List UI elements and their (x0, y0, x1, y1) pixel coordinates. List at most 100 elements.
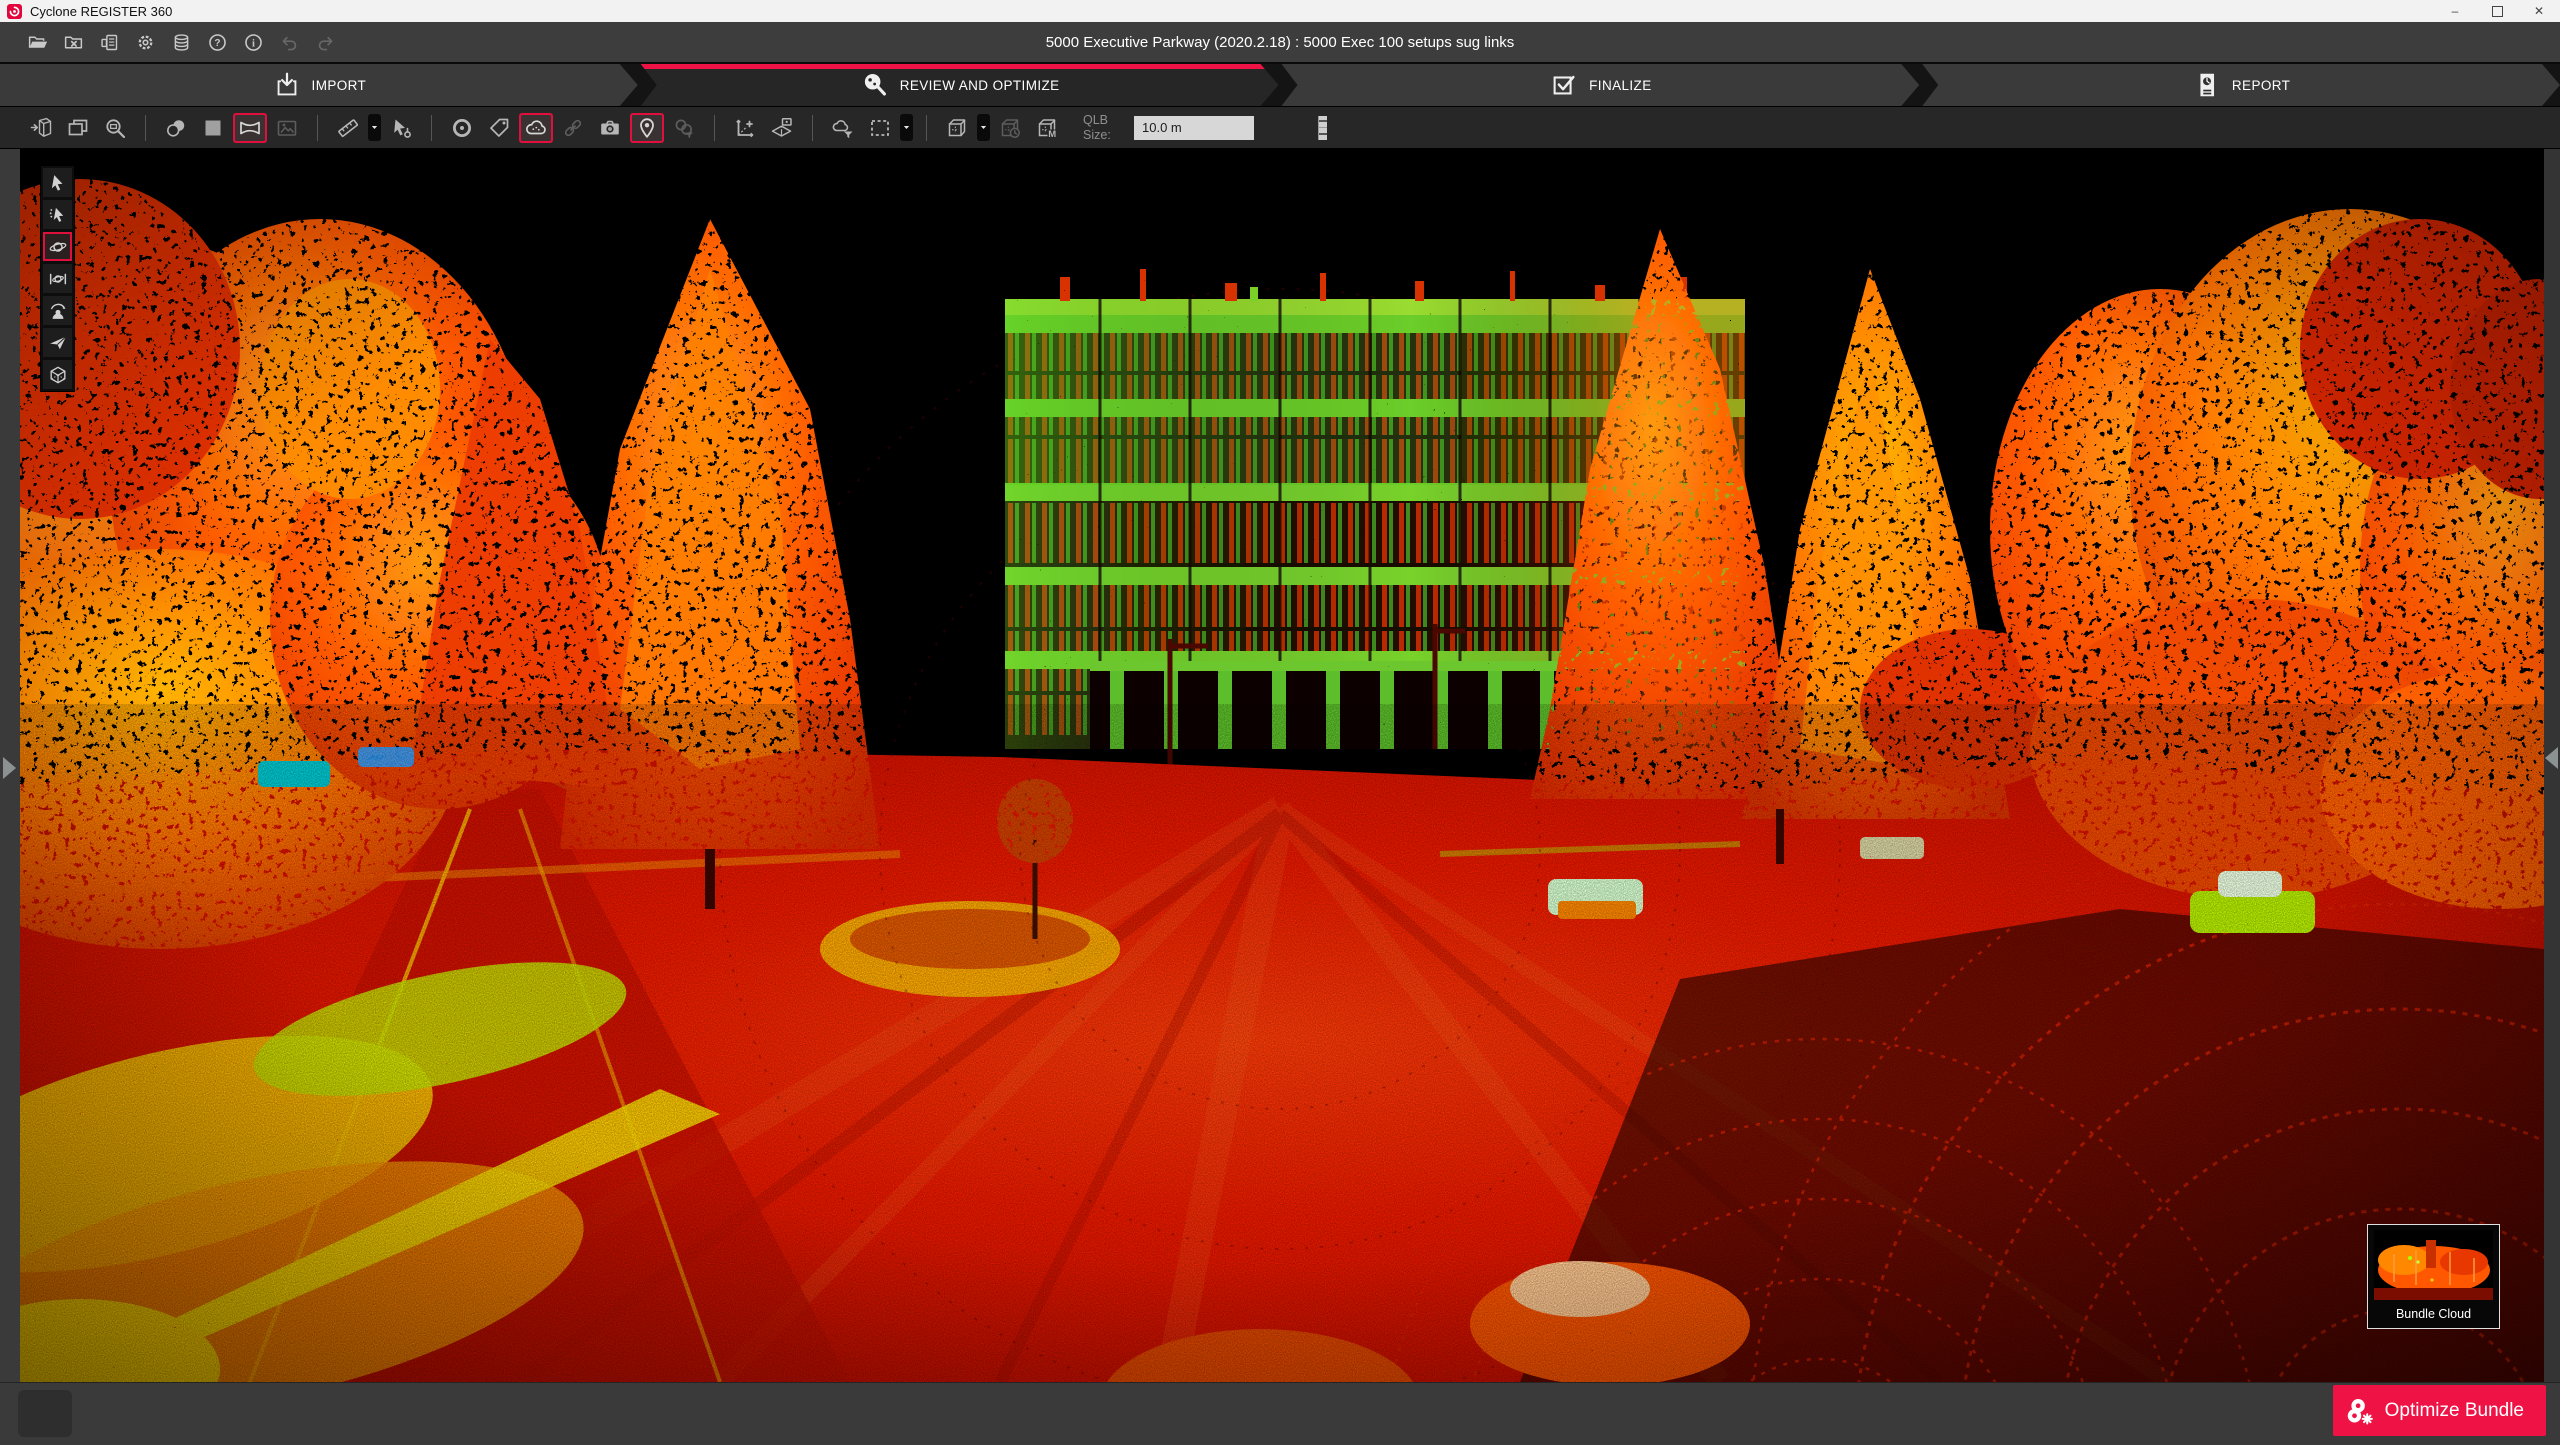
select-tool-button[interactable] (43, 168, 72, 197)
limit-box-clock-icon (998, 116, 1022, 140)
point-cloud-scene[interactable] (20, 149, 2544, 1382)
tab-finalize[interactable]: FINALIZE (1282, 64, 1920, 106)
close-button[interactable]: ✕ (2518, 0, 2560, 22)
image-view-button[interactable] (270, 113, 304, 143)
pick-point-button[interactable] (384, 113, 418, 143)
spinner-down-button[interactable] (1319, 128, 1327, 140)
help-button[interactable] (204, 29, 230, 55)
cascade-views-button[interactable] (61, 113, 95, 143)
color-mode-button[interactable] (159, 113, 193, 143)
app-logo-icon (7, 4, 22, 19)
panorama-icon (238, 116, 262, 140)
minimize-icon: – (2452, 4, 2459, 18)
limit-box-time-button[interactable] (993, 113, 1027, 143)
person-rotate-icon (48, 301, 68, 321)
bundle-cloud-thumbnail (2374, 1230, 2493, 1300)
settings-button[interactable] (132, 29, 158, 55)
view-cube-button[interactable] (43, 360, 72, 389)
marquee-dropdown[interactable] (900, 114, 913, 141)
chevron-down-icon (370, 123, 379, 132)
about-button[interactable] (240, 29, 266, 55)
limit-box-button[interactable] (940, 113, 974, 143)
scanner-device-icon (99, 32, 120, 53)
zoom-fit-icon (103, 116, 127, 140)
limit-box-m-icon (1035, 116, 1059, 140)
storage-button[interactable] (168, 29, 194, 55)
tags-button[interactable] (482, 113, 516, 143)
limit-box-icon (945, 116, 969, 140)
zoom-fit-button[interactable] (98, 113, 132, 143)
maximize-icon (2492, 6, 2503, 17)
setups-button[interactable] (630, 113, 664, 143)
limit-box-dropdown[interactable] (977, 114, 990, 141)
finalize-check-icon (1549, 70, 1579, 100)
tag-icon (487, 116, 511, 140)
redo-button[interactable] (312, 29, 338, 55)
orbit-icon (48, 237, 68, 257)
cube-icon (48, 365, 68, 385)
import-device-button[interactable] (96, 29, 122, 55)
toolbar-separator (714, 115, 715, 141)
tab-report[interactable]: REPORT (1922, 64, 2560, 106)
point-cloud-button[interactable] (519, 113, 553, 143)
qlb-size-spinner (1318, 116, 1327, 140)
maximize-button[interactable] (2476, 0, 2518, 22)
sitemap-button[interactable] (765, 113, 799, 143)
footer-collapsed-panel[interactable] (18, 1390, 72, 1437)
left-panel-expander[interactable] (3, 757, 16, 779)
axis-plus-icon (733, 116, 757, 140)
solid-view-button[interactable] (196, 113, 230, 143)
sitemap-icon (770, 116, 794, 140)
measure-button[interactable] (331, 113, 365, 143)
images-button[interactable] (593, 113, 627, 143)
bundle-cloud-label: Bundle Cloud (2396, 1307, 2471, 1321)
orbit-tool-button[interactable] (43, 232, 72, 261)
qlb-size-label: QLB Size: (1083, 113, 1123, 142)
cloud-filter-button[interactable] (826, 113, 860, 143)
optimize-bundle-icon (2345, 1396, 2375, 1426)
pan-orbit-tool-button[interactable] (43, 264, 72, 293)
undo-icon (279, 32, 300, 53)
toolbar-separator (431, 115, 432, 141)
minimize-button[interactable]: – (2434, 0, 2476, 22)
truslicer-button[interactable] (24, 113, 58, 143)
cascade-windows-icon (66, 116, 90, 140)
undo-button[interactable] (276, 29, 302, 55)
point-cloud-viewport[interactable]: Bundle Cloud (0, 149, 2560, 1382)
spinner-up-button[interactable] (1319, 116, 1327, 129)
project-title: 5000 Executive Parkway (2020.2.18) : 500… (0, 34, 2560, 51)
cyclone-register360-window: Cyclone REGISTER 360 – ✕ 5000 Executive … (0, 0, 2560, 1440)
qlb-size-input[interactable] (1134, 116, 1318, 140)
targets-button[interactable] (445, 113, 479, 143)
folder-open-icon (27, 32, 48, 53)
limit-box-manager-button[interactable] (1030, 113, 1064, 143)
bundle-cloud-card[interactable]: Bundle Cloud (2367, 1224, 2500, 1329)
footer-bar: Optimize Bundle (0, 1382, 2560, 1445)
cursor-dots-icon (48, 205, 68, 225)
pick-points-tool-button[interactable] (43, 200, 72, 229)
review-magnifier-icon (860, 70, 890, 100)
add-ucs-button[interactable] (728, 113, 762, 143)
menubar: 5000 Executive Parkway (2020.2.18) : 500… (0, 22, 2560, 64)
optimize-bundle-button[interactable]: Optimize Bundle (2333, 1385, 2546, 1436)
auto-link-button[interactable] (667, 113, 701, 143)
pointer-probe-icon (389, 116, 413, 140)
close-project-button[interactable] (60, 29, 86, 55)
qlb-size-control (1134, 116, 1254, 140)
open-project-button[interactable] (24, 29, 50, 55)
right-panel-expander[interactable] (2545, 747, 2558, 769)
fly-tool-button[interactable] (43, 328, 72, 357)
to.olbar-separator (812, 115, 813, 141)
target-icon (450, 116, 474, 140)
links-button[interactable] (556, 113, 590, 143)
map-pin-icon (635, 116, 659, 140)
measure-dropdown[interactable] (368, 114, 381, 141)
marquee-select-button[interactable] (863, 113, 897, 143)
titlebar: Cyclone REGISTER 360 – ✕ (0, 0, 2560, 22)
turntable-tool-button[interactable] (43, 296, 72, 325)
optimize-bundle-label: Optimize Bundle (2385, 1400, 2524, 1422)
panorama-view-button[interactable] (233, 113, 267, 143)
tab-review-and-optimize[interactable]: REVIEW AND OPTIMIZE (641, 64, 1279, 106)
toolbar-separator (926, 115, 927, 141)
tab-import[interactable]: IMPORT (0, 64, 638, 106)
